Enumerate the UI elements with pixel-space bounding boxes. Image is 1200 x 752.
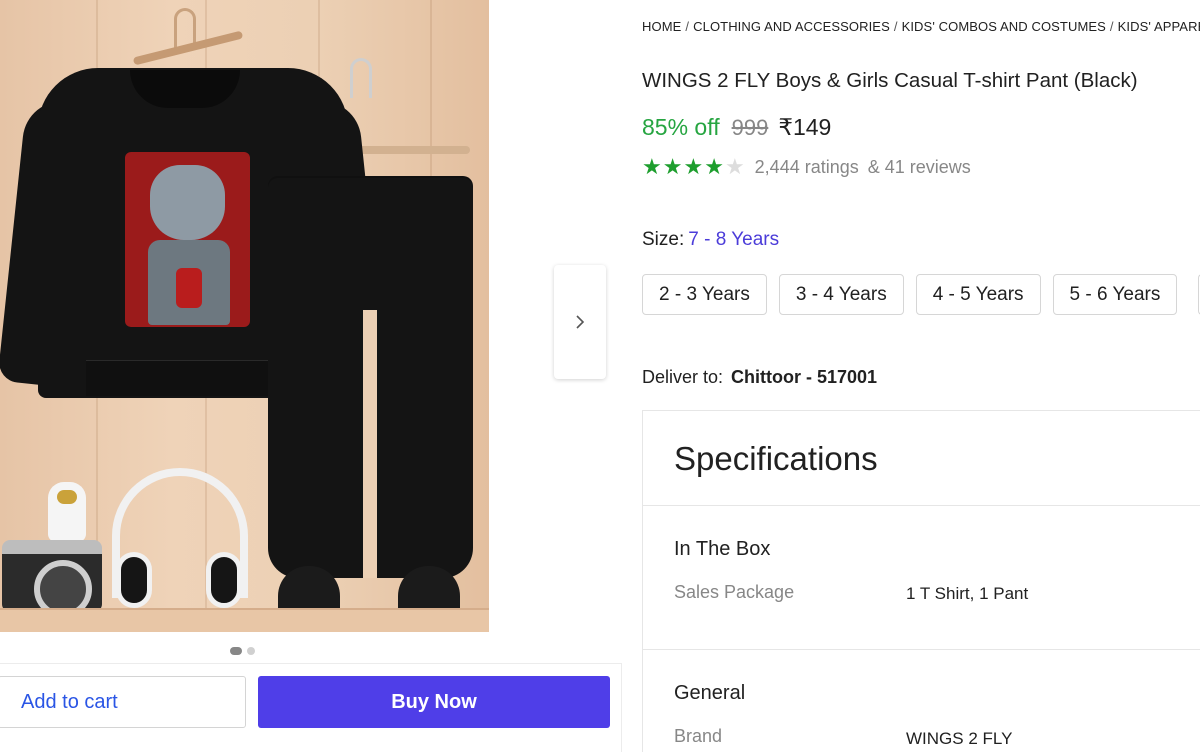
carousel-dot[interactable] <box>247 647 255 655</box>
rating-stars: ★ ★ ★ ★ ★ <box>642 156 745 178</box>
breadcrumb: HOME / CLOTHING AND ACCESSORIES / KIDS' COMB… <box>642 19 1200 34</box>
pants-hanger-hook <box>350 58 372 98</box>
headphone-ear-cup-right <box>206 552 242 608</box>
add-to-cart-button[interactable]: Add to cart <box>0 676 246 728</box>
breadcrumb-separator: / <box>685 19 690 34</box>
size-label-text: Size: <box>642 229 685 250</box>
star-filled-icon: ★ <box>704 154 724 179</box>
shelf <box>0 608 489 632</box>
star-filled-icon: ★ <box>683 154 704 179</box>
size-options: 2 - 3 Years 3 - 4 Years 4 - 5 Years 5 - … <box>642 274 1178 315</box>
carousel-dots <box>230 647 255 655</box>
pants-leg-gap <box>363 310 377 578</box>
star-filled-icon: ★ <box>662 154 683 179</box>
headphone-ear-cup-left <box>116 552 152 608</box>
anime-print-face <box>150 165 225 240</box>
size-option[interactable]: 2 - 3 Years <box>642 274 767 315</box>
star-empty-icon: ★ <box>724 154 745 179</box>
discount-label: 85% off <box>642 114 720 140</box>
carousel-dot-active[interactable] <box>230 647 242 655</box>
breadcrumb-kids-apparel[interactable]: KIDS' APPAREL <box>1118 19 1200 34</box>
size-option[interactable]: 3 - 4 Years <box>778 274 904 315</box>
deliver-pincode: Chittoor - 517001 <box>731 367 878 387</box>
specifications-title: Specifications <box>674 440 878 477</box>
next-image-button[interactable] <box>554 265 606 379</box>
spec-value: 1 T Shirt, 1 Pant <box>906 584 1029 603</box>
breadcrumb-kids-combos[interactable]: KIDS' COMBOS AND COSTUMES <box>902 19 1106 34</box>
breadcrumb-clothing[interactable]: CLOTHING AND ACCESSORIES <box>693 19 890 34</box>
spec-key: Brand <box>674 726 723 746</box>
breadcrumb-separator: / <box>893 19 898 34</box>
size-label: Size: 7 - 8 Years <box>642 229 779 251</box>
delivery-location[interactable]: Deliver to: Chittoor - 517001 <box>642 367 877 388</box>
spec-divider <box>642 649 1200 650</box>
product-image[interactable] <box>0 0 489 632</box>
buy-now-button[interactable]: Buy Now <box>258 676 610 728</box>
rating-row[interactable]: ★ ★ ★ ★ ★ 2,444 ratings & 41 reviews <box>642 156 971 178</box>
selling-price: ₹149 <box>778 114 832 140</box>
review-count: & 41 reviews <box>867 156 971 177</box>
rating-count: 2,444 ratings <box>754 156 859 177</box>
spec-group-title: General <box>674 682 746 704</box>
selected-size: 7 - 8 Years <box>688 229 780 250</box>
astronaut-visor <box>57 490 77 504</box>
chevron-right-icon <box>576 315 585 329</box>
deliver-label: Deliver to: <box>642 367 724 387</box>
breadcrumb-separator: / <box>1109 19 1114 34</box>
price-row: 85% off 999 ₹149 <box>642 114 831 141</box>
breadcrumb-home[interactable]: HOME <box>642 19 681 34</box>
star-filled-icon: ★ <box>642 154 662 179</box>
size-option[interactable]: 4 - 5 Years <box>915 274 1041 315</box>
size-option[interactable]: 5 - 6 Years <box>1052 274 1178 315</box>
sweatshirt-hem <box>86 360 276 396</box>
product-title: WINGS 2 FLY Boys & Girls Casual T-shirt … <box>642 69 1138 92</box>
original-price: 999 <box>731 115 769 140</box>
spec-group-title: In The Box <box>674 538 771 560</box>
anime-print-mark <box>176 268 202 308</box>
spec-value: WINGS 2 FLY <box>906 729 1013 748</box>
spec-key: Sales Package <box>674 582 795 602</box>
